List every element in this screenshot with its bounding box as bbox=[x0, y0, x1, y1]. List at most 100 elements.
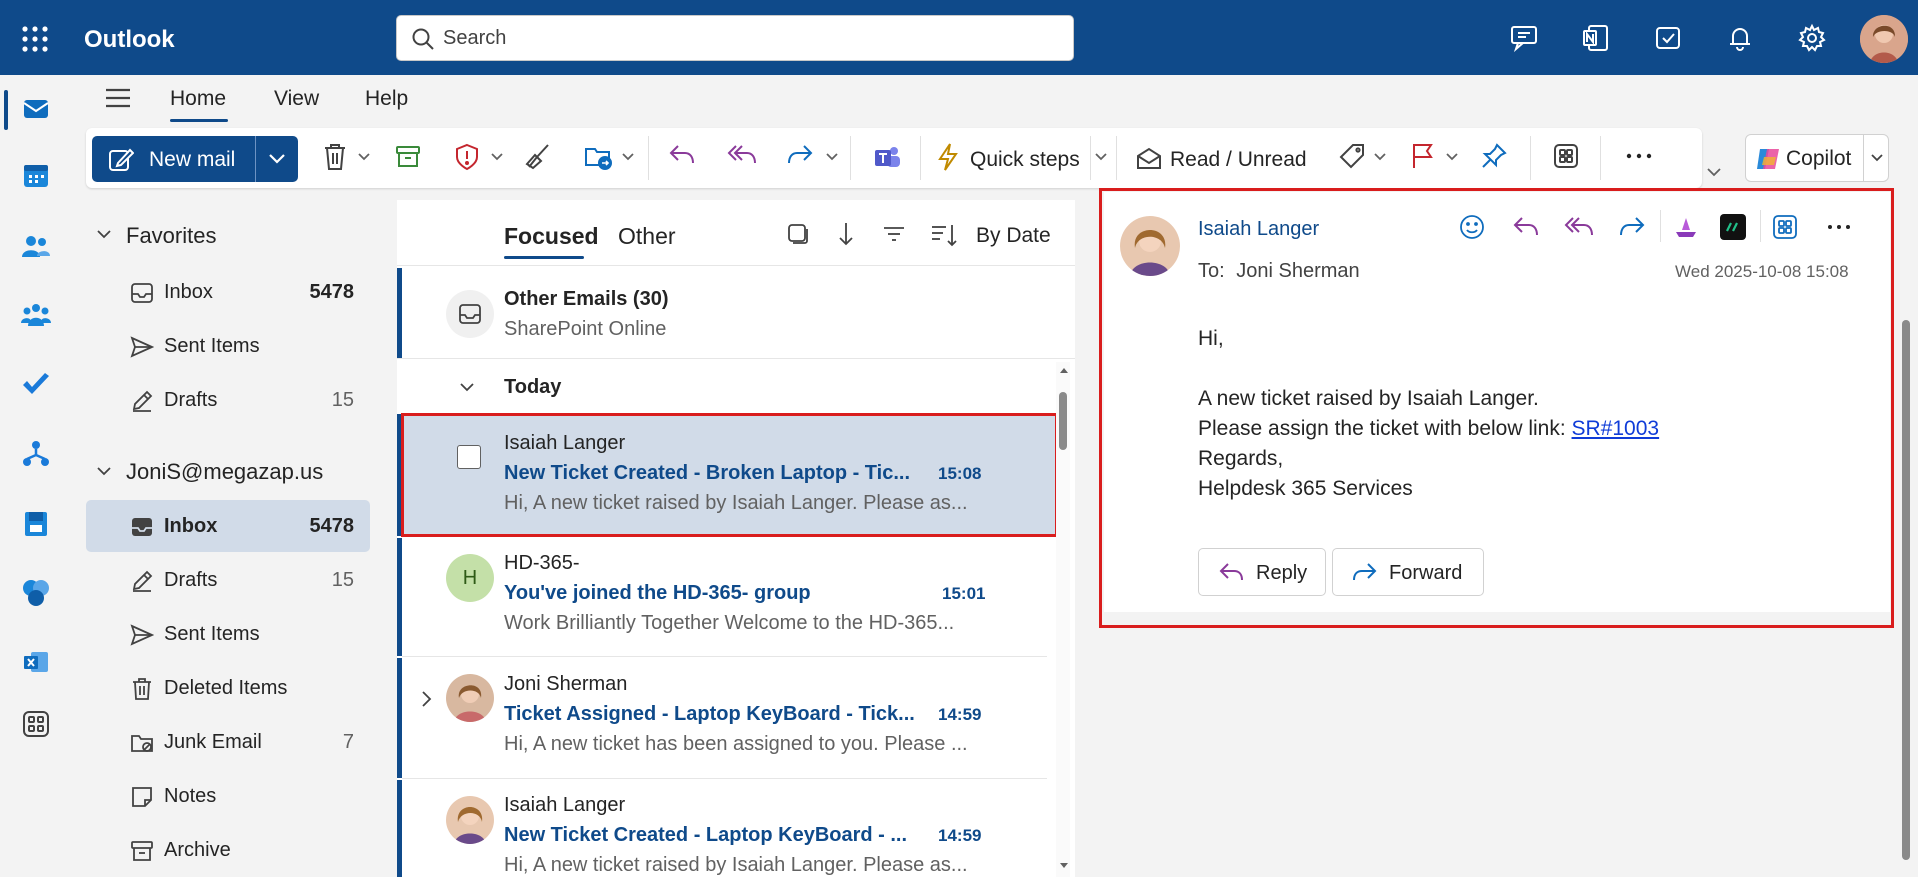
delete-icon[interactable] bbox=[322, 142, 348, 172]
user-avatar[interactable] bbox=[1860, 15, 1908, 63]
sort-icon[interactable] bbox=[930, 222, 958, 248]
favorite-drafts[interactable]: Drafts 15 bbox=[86, 374, 370, 426]
envelope-open-icon[interactable] bbox=[1136, 146, 1162, 170]
search-box[interactable] bbox=[396, 15, 1074, 61]
app-launcher-icon[interactable] bbox=[20, 24, 50, 54]
reply-all-icon[interactable] bbox=[727, 142, 757, 168]
addin-icon[interactable] bbox=[1672, 214, 1700, 240]
filter-icon[interactable] bbox=[882, 224, 906, 244]
more-options-icon[interactable] bbox=[1826, 222, 1852, 232]
reply-icon[interactable] bbox=[1512, 214, 1540, 240]
folder-label: Sent Items bbox=[164, 623, 260, 645]
excel-online-icon[interactable] bbox=[20, 646, 52, 678]
quick-steps-button[interactable]: Quick steps bbox=[970, 148, 1080, 172]
more-options-icon[interactable] bbox=[1624, 150, 1654, 162]
tab-other[interactable]: Other bbox=[618, 223, 676, 250]
chevron-down-icon[interactable] bbox=[1373, 152, 1387, 162]
people-icon[interactable] bbox=[20, 230, 52, 262]
sender-avatar[interactable] bbox=[1120, 216, 1180, 276]
jump-to-icon[interactable] bbox=[836, 220, 856, 248]
emoji-icon[interactable] bbox=[1458, 213, 1486, 241]
favorite-sent-items[interactable]: Sent Items bbox=[86, 320, 370, 372]
ribbon-expand-icon[interactable] bbox=[1706, 166, 1722, 178]
teams-icon[interactable] bbox=[872, 142, 902, 172]
message-sender: Joni Sherman bbox=[504, 673, 628, 695]
to-recipient[interactable]: Joni Sherman bbox=[1236, 260, 1359, 282]
new-mail-dropdown-icon[interactable] bbox=[268, 152, 286, 166]
pin-icon[interactable] bbox=[1480, 142, 1508, 170]
folder-inbox[interactable]: Inbox 5478 bbox=[86, 500, 370, 552]
flag-icon[interactable] bbox=[1410, 142, 1436, 170]
todo-icon[interactable] bbox=[1652, 22, 1684, 54]
mail-icon[interactable] bbox=[20, 92, 52, 124]
favorite-inbox[interactable]: Inbox 5478 bbox=[86, 266, 370, 318]
chevron-down-icon[interactable] bbox=[621, 152, 635, 162]
calendar-icon[interactable] bbox=[20, 160, 52, 192]
addin-app-icon[interactable] bbox=[1720, 214, 1746, 240]
todo-check-icon[interactable] bbox=[20, 368, 52, 400]
search-input[interactable] bbox=[443, 24, 1043, 52]
reply-all-icon[interactable] bbox=[1564, 214, 1594, 240]
read-unread-button[interactable]: Read / Unread bbox=[1170, 148, 1307, 172]
apps-icon[interactable] bbox=[1772, 214, 1798, 240]
folder-sent-items[interactable]: Sent Items bbox=[86, 608, 370, 660]
teams-chat-icon[interactable] bbox=[1508, 22, 1540, 54]
account-collapse-icon[interactable] bbox=[96, 465, 112, 477]
chevron-down-icon[interactable] bbox=[825, 152, 839, 162]
forward-icon[interactable] bbox=[786, 142, 814, 168]
copilot-apps-icon[interactable] bbox=[20, 576, 52, 608]
groups-icon[interactable] bbox=[20, 298, 52, 330]
unread-count: 5478 bbox=[309, 281, 355, 303]
tab-focused[interactable]: Focused bbox=[504, 223, 599, 250]
group-collapse-icon[interactable] bbox=[459, 381, 475, 393]
chevron-down-icon[interactable] bbox=[1445, 152, 1459, 162]
archive-icon[interactable] bbox=[394, 142, 422, 170]
chevron-down-icon[interactable] bbox=[357, 152, 371, 162]
chevron-down-icon[interactable] bbox=[1870, 153, 1884, 163]
scroll-thumb[interactable] bbox=[1059, 392, 1067, 450]
copilot-button[interactable]: Copilot bbox=[1745, 134, 1889, 182]
gear-icon[interactable] bbox=[1796, 22, 1828, 54]
new-mail-button[interactable]: New mail bbox=[92, 136, 298, 182]
lightning-icon[interactable] bbox=[936, 142, 960, 172]
tab-home[interactable]: Home bbox=[170, 87, 226, 111]
app-title[interactable]: Outlook bbox=[84, 26, 175, 54]
sweep-icon[interactable] bbox=[524, 142, 552, 170]
reply-button[interactable]: Reply bbox=[1198, 548, 1326, 596]
other-emails-title[interactable]: Other Emails (30) bbox=[504, 288, 669, 311]
select-mode-icon[interactable] bbox=[786, 222, 810, 246]
forward-button[interactable]: Forward bbox=[1332, 548, 1484, 596]
folder-deleted-items[interactable]: Deleted Items bbox=[86, 662, 370, 714]
account-header[interactable]: JoniS@megazap.us bbox=[126, 459, 323, 485]
folder-drafts[interactable]: Drafts 15 bbox=[86, 554, 370, 606]
folder-junk-email[interactable]: Junk Email 7 bbox=[86, 716, 370, 768]
folder-archive[interactable]: Archive bbox=[86, 824, 370, 876]
bookings-icon[interactable] bbox=[20, 508, 52, 540]
scroll-down-icon[interactable] bbox=[1059, 862, 1069, 870]
tag-icon[interactable] bbox=[1338, 142, 1366, 170]
onenote-icon[interactable] bbox=[1580, 22, 1612, 54]
chevron-down-icon[interactable] bbox=[490, 152, 504, 162]
chevron-right-icon[interactable] bbox=[420, 690, 432, 708]
tab-help[interactable]: Help bbox=[365, 87, 408, 111]
sort-by-date[interactable]: By Date bbox=[976, 224, 1051, 248]
forward-icon[interactable] bbox=[1618, 214, 1646, 240]
ticket-link[interactable]: SR#1003 bbox=[1572, 417, 1660, 440]
move-to-icon[interactable] bbox=[583, 142, 613, 170]
bell-icon[interactable] bbox=[1724, 22, 1756, 54]
reply-icon[interactable] bbox=[668, 142, 696, 168]
tab-view[interactable]: View bbox=[274, 87, 319, 111]
menu-toggle-icon[interactable] bbox=[104, 86, 132, 110]
scroll-up-icon[interactable] bbox=[1059, 366, 1069, 374]
message-select-checkbox[interactable] bbox=[457, 445, 481, 469]
favorites-collapse-icon[interactable] bbox=[96, 228, 112, 240]
chevron-down-icon[interactable] bbox=[1094, 152, 1108, 162]
report-icon[interactable] bbox=[454, 142, 480, 172]
more-apps-icon[interactable] bbox=[20, 708, 52, 740]
reading-pane-scrollbar[interactable] bbox=[1902, 320, 1910, 860]
reading-sender[interactable]: Isaiah Langer bbox=[1198, 218, 1319, 241]
folder-notes[interactable]: Notes bbox=[86, 770, 370, 822]
org-explorer-icon[interactable] bbox=[20, 438, 52, 470]
favorites-header[interactable]: Favorites bbox=[126, 223, 216, 249]
apps-icon[interactable] bbox=[1552, 142, 1580, 170]
